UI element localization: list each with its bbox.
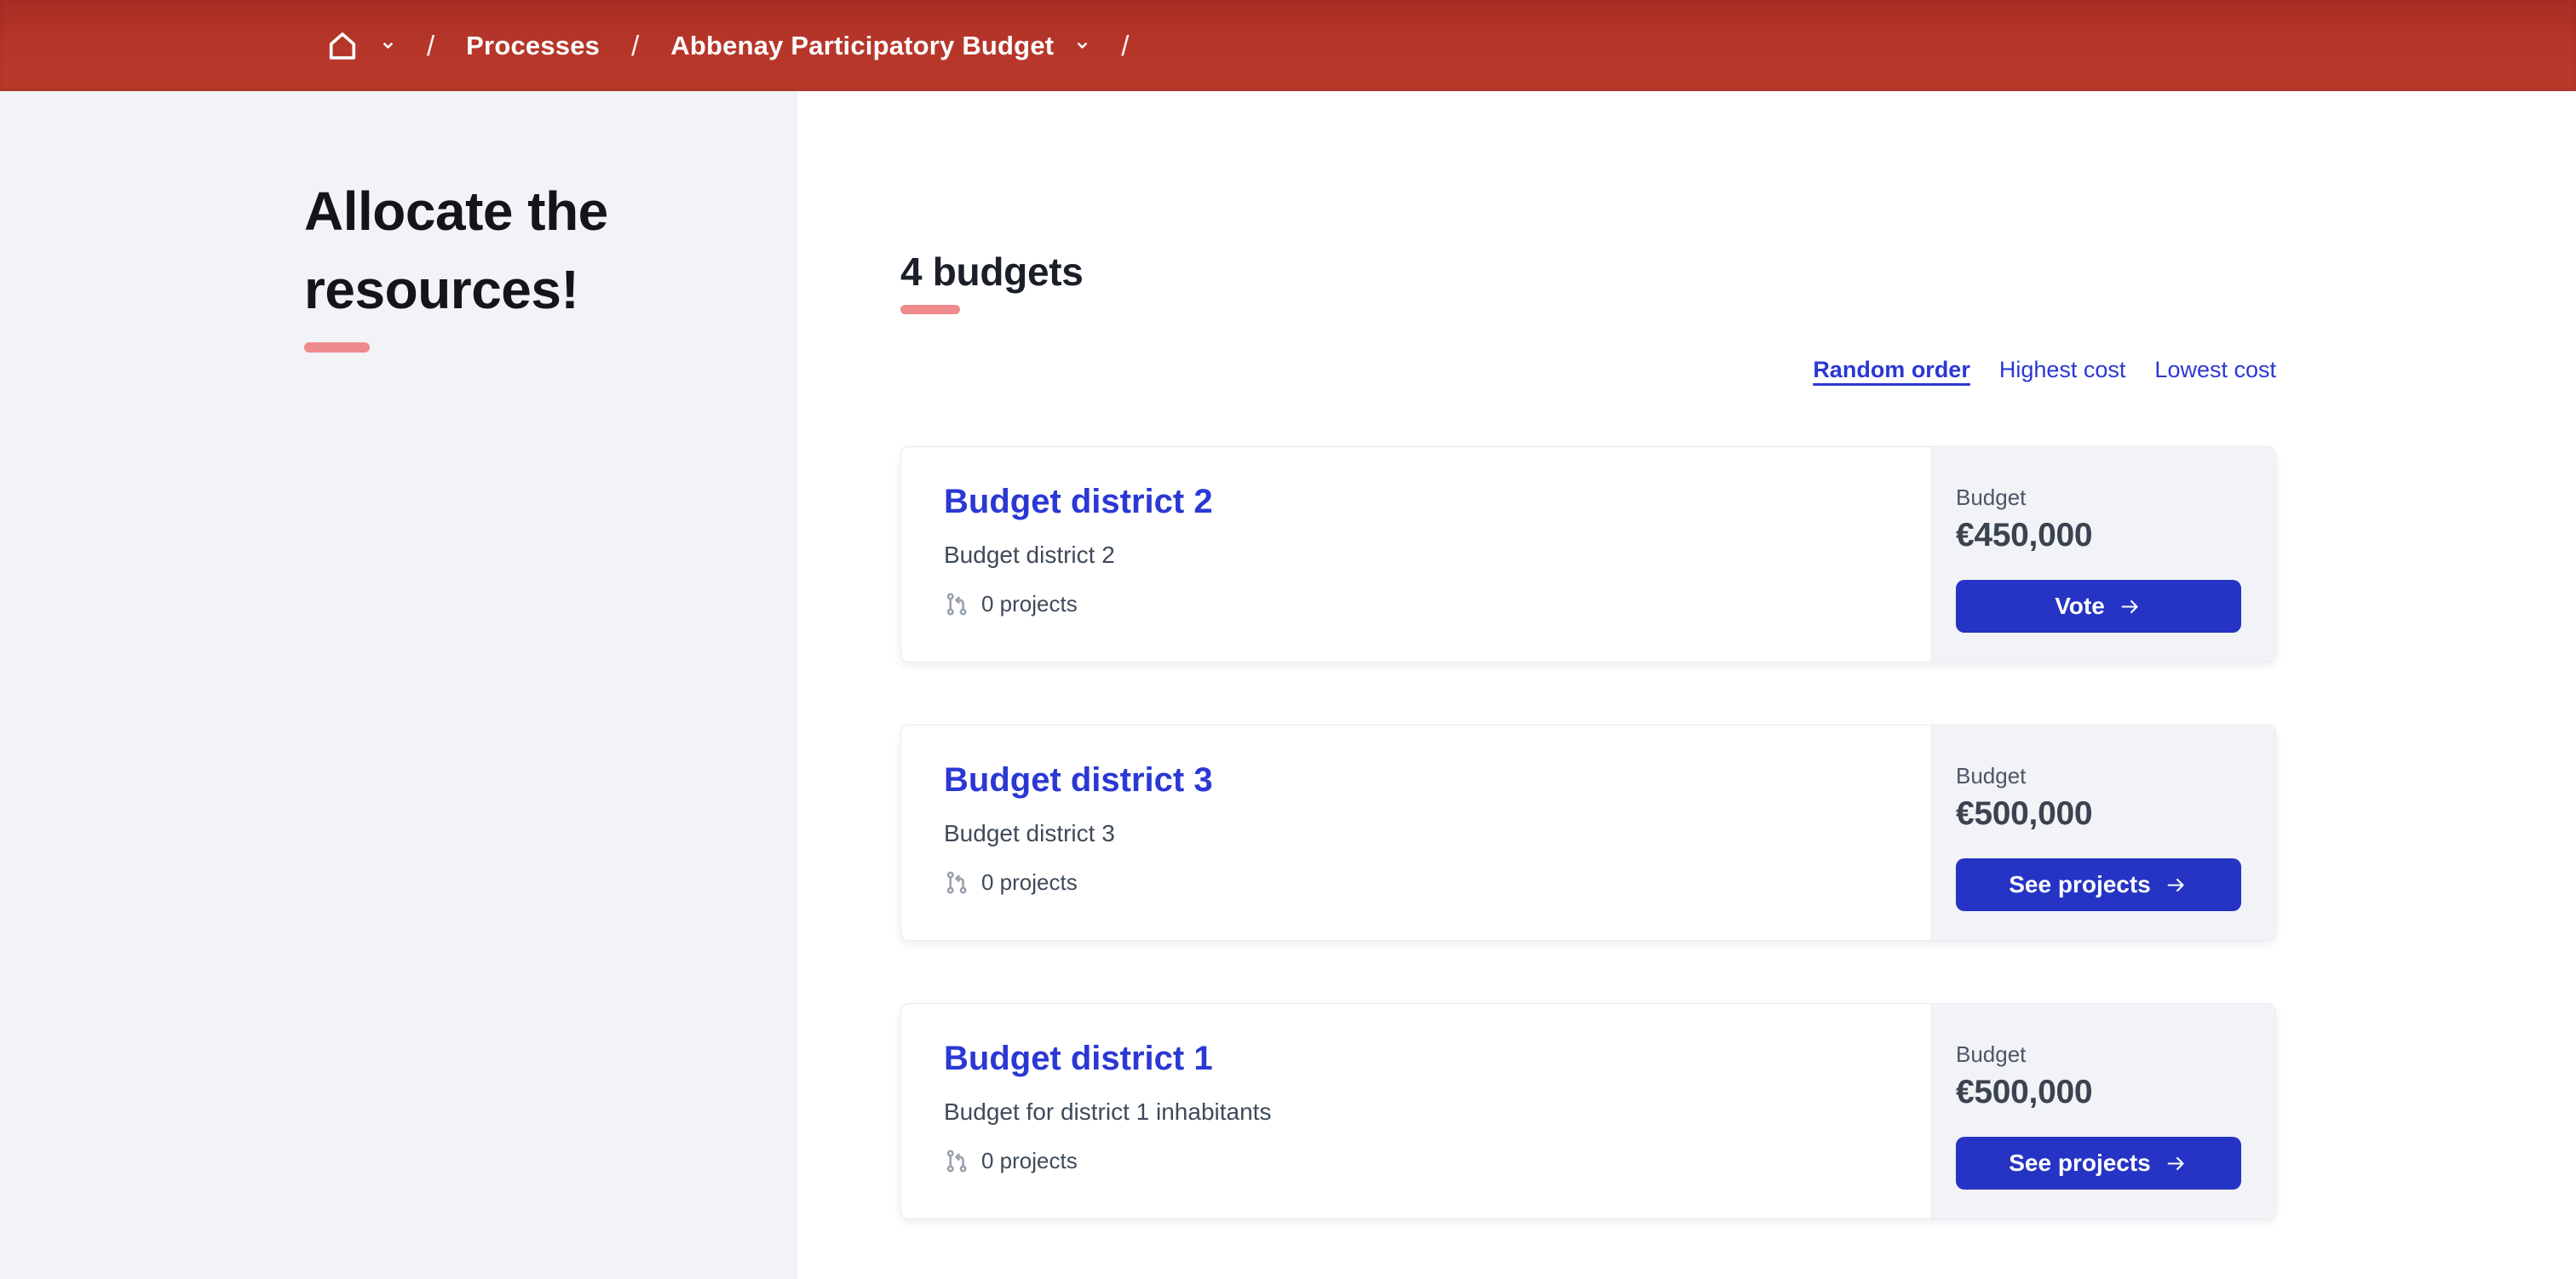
button-label: See projects	[2009, 871, 2151, 898]
budget-card-aside: Budget €500,000 See projects	[1930, 726, 2275, 940]
budget-title-link[interactable]: Budget district 1	[944, 1040, 1213, 1078]
projects-count-icon	[944, 591, 970, 617]
title-accent-underline	[304, 342, 370, 353]
budgets-content: 4 budgets Random order Highest cost Lowe…	[797, 91, 2576, 1279]
sort-option-lowest-cost[interactable]: Lowest cost	[2154, 357, 2276, 383]
budget-card-list: Budget district 2 Budget district 2 0 pr…	[900, 446, 2276, 1219]
budget-card: Budget district 1 Budget for district 1 …	[900, 1003, 2276, 1219]
see-projects-button[interactable]: See projects	[1956, 1137, 2241, 1190]
projects-count-icon	[944, 1148, 970, 1174]
breadcrumb-separator: /	[427, 29, 435, 61]
home-breadcrumb-link[interactable]	[325, 30, 359, 62]
projects-count-label: 0 projects	[981, 869, 1078, 895]
arrow-right-icon	[2164, 875, 2188, 896]
process-dropdown-toggle[interactable]	[1075, 38, 1090, 53]
top-navigation-bar: / Processes / Abbenay Participatory Budg…	[0, 0, 2576, 91]
budget-title-link[interactable]: Budget district 2	[944, 483, 1213, 521]
budget-card-main: Budget district 2 Budget district 2 0 pr…	[901, 447, 1930, 662]
budget-projects-meta: 0 projects	[944, 869, 1896, 896]
button-label: See projects	[2009, 1150, 2151, 1176]
arrow-right-icon	[2118, 596, 2142, 617]
breadcrumb-process-link[interactable]: Abbenay Participatory Budget	[670, 31, 1054, 61]
budget-label: Budget	[1956, 485, 2027, 510]
hero-sidebar: Allocate the resources!	[0, 91, 797, 1279]
chevron-down-icon	[381, 38, 395, 53]
budget-card: Budget district 2 Budget district 2 0 pr…	[900, 446, 2276, 662]
projects-count-icon	[944, 869, 970, 896]
budget-label: Budget	[1956, 763, 2027, 789]
breadcrumb-separator: /	[631, 29, 640, 61]
budget-projects-meta: 0 projects	[944, 1148, 1896, 1174]
see-projects-button[interactable]: See projects	[1956, 858, 2241, 911]
budget-card-aside: Budget €500,000 See projects	[1930, 1004, 2275, 1219]
budget-card-main: Budget district 3 Budget district 3 0 pr…	[901, 726, 1930, 940]
home-icon	[325, 30, 359, 62]
breadcrumb-processes-link[interactable]: Processes	[466, 31, 600, 61]
heading-accent-underline	[900, 305, 960, 314]
vote-button[interactable]: Vote	[1956, 580, 2241, 633]
budget-amount: €500,000	[1956, 1074, 2093, 1110]
sort-option-highest-cost[interactable]: Highest cost	[1999, 357, 2126, 383]
button-label: Vote	[2055, 593, 2105, 619]
chevron-down-icon	[1075, 38, 1090, 53]
budgets-count-heading: 4 budgets	[900, 249, 1084, 294]
budget-description: Budget district 3	[944, 820, 1115, 846]
breadcrumb-separator: /	[1121, 29, 1130, 61]
budget-description: Budget for district 1 inhabitants	[944, 1098, 1272, 1125]
budget-card-main: Budget district 1 Budget for district 1 …	[901, 1004, 1930, 1219]
page-title: Allocate the resources!	[304, 181, 608, 320]
budget-description: Budget district 2	[944, 542, 1115, 568]
page-body: Allocate the resources! 4 budgets Random…	[0, 91, 2576, 1279]
budget-card-aside: Budget €450,000 Vote	[1930, 447, 2275, 662]
sort-options-row: Random order Highest cost Lowest cost	[900, 357, 2276, 383]
budget-title-link[interactable]: Budget district 3	[944, 761, 1213, 800]
arrow-right-icon	[2164, 1153, 2188, 1174]
budget-amount: €450,000	[1956, 517, 2093, 553]
budget-amount: €500,000	[1956, 795, 2093, 832]
projects-count-label: 0 projects	[981, 1148, 1078, 1173]
budget-label: Budget	[1956, 1041, 2027, 1067]
budget-card: Budget district 3 Budget district 3 0 pr…	[900, 725, 2276, 941]
budget-projects-meta: 0 projects	[944, 591, 1896, 617]
home-dropdown-toggle[interactable]	[381, 38, 395, 53]
projects-count-label: 0 projects	[981, 591, 1078, 617]
sort-option-random-order[interactable]: Random order	[1813, 357, 1970, 383]
